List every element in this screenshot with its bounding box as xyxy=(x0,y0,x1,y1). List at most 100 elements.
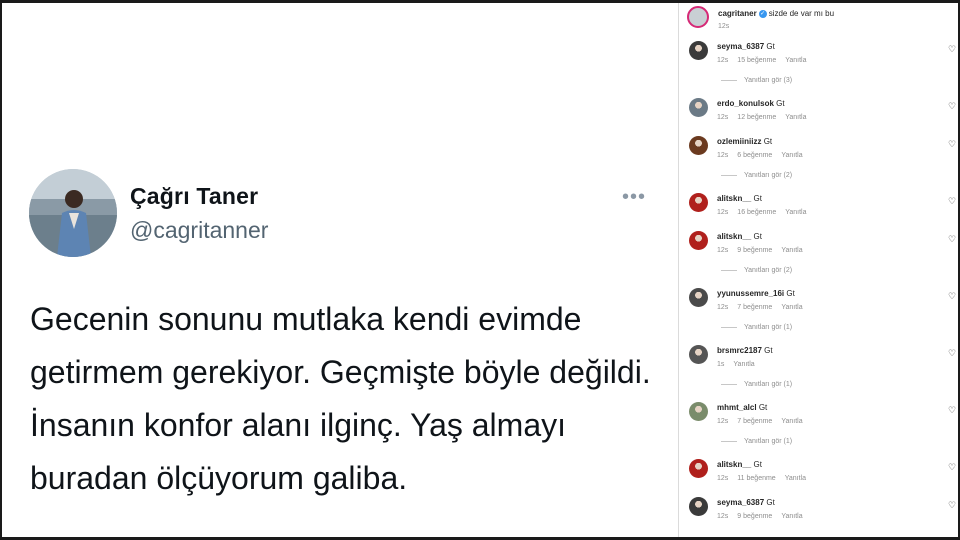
comment-username[interactable]: seyma_6387 xyxy=(717,498,764,507)
view-replies-button[interactable]: Yanıtları gör (1) xyxy=(721,381,792,388)
commenter-avatar[interactable] xyxy=(689,98,708,117)
comment-username[interactable]: erdo_konulsok xyxy=(717,99,774,108)
comment-text: Gt xyxy=(753,460,762,469)
replies-divider xyxy=(721,269,737,271)
comment-likes-count[interactable]: 9 beğenme xyxy=(737,513,772,520)
commenter-avatar[interactable] xyxy=(689,497,708,516)
commenter-avatar[interactable] xyxy=(689,288,708,307)
comment-text: Gt xyxy=(766,42,775,51)
replies-divider xyxy=(721,383,737,385)
commenter-avatar[interactable] xyxy=(689,402,708,421)
comment-time: 12s xyxy=(717,152,729,159)
like-heart-icon[interactable]: ♡ xyxy=(948,500,956,511)
comment-likes-count[interactable]: 11 beğenme xyxy=(737,475,775,482)
like-heart-icon[interactable]: ♡ xyxy=(948,139,956,150)
view-replies-button[interactable]: Yanıtları gör (1) xyxy=(721,324,792,331)
commenter-avatar[interactable] xyxy=(689,41,708,60)
like-heart-icon[interactable]: ♡ xyxy=(948,405,956,416)
tweet-author-handle[interactable]: @cagritanner xyxy=(130,217,268,244)
like-heart-icon[interactable]: ♡ xyxy=(948,234,956,245)
tweet-screenshot: Çağrı Taner @cagritanner ••• Gecenin son… xyxy=(2,3,678,537)
comment-text: Gt xyxy=(776,99,785,108)
replies-divider xyxy=(721,174,737,176)
comment-item: erdo_konulsok Gt 12s 12 beğenme Yanıtla ♡ xyxy=(689,98,958,138)
comment-likes-count[interactable]: 16 beğenme xyxy=(737,209,776,216)
caption-username[interactable]: cagritaner xyxy=(718,9,757,18)
comment-text: Gt xyxy=(758,403,768,412)
comment-item: seyma_6387 Gt 12s 15 beğenme Yanıtla ♡ xyxy=(689,41,958,81)
verified-badge-icon: ✓ xyxy=(758,9,767,18)
comment-likes-count[interactable]: 7 beğenme xyxy=(737,418,772,425)
commenter-avatar[interactable] xyxy=(689,136,708,155)
comment-item: brsmrc2187 Gt 1s Yanıtla ♡ xyxy=(689,345,958,385)
reply-button[interactable]: Yanıtla xyxy=(785,114,806,121)
caption-text: sizde de var mı bu xyxy=(768,9,835,18)
comment-likes-count[interactable]: 6 beğenme xyxy=(737,152,772,159)
comment-text: Gt xyxy=(786,289,795,298)
comment-username[interactable]: alitskn__ xyxy=(717,232,751,241)
like-heart-icon[interactable]: ♡ xyxy=(948,291,956,302)
more-options-icon[interactable]: ••• xyxy=(622,186,646,209)
post-caption: cagritaner ✓ sizde de var mı bu 12s xyxy=(687,6,957,42)
comment-item: alitskn__ Gt 12s 16 beğenme Yanıtla ♡ xyxy=(689,193,958,233)
view-replies-label: Yanıtları gör (1) xyxy=(744,381,793,388)
comment-text: Gt xyxy=(753,194,762,203)
comment-time: 12s xyxy=(717,418,729,425)
like-heart-icon[interactable]: ♡ xyxy=(948,101,956,112)
comment-username[interactable]: seyma_6387 xyxy=(717,42,764,51)
tweet-text: Gecenin sonunu mutlaka kendi evimde geti… xyxy=(30,301,651,496)
commenter-avatar[interactable] xyxy=(689,193,708,212)
view-replies-button[interactable]: Yanıtları gör (3) xyxy=(721,77,792,84)
caption-avatar[interactable] xyxy=(687,6,709,28)
comment-time: 12s xyxy=(717,247,729,254)
view-replies-button[interactable]: Yanıtları gör (2) xyxy=(721,267,792,274)
person-photo-icon xyxy=(29,169,117,257)
view-replies-button[interactable]: Yanıtları gör (1) xyxy=(721,438,792,445)
like-heart-icon[interactable]: ♡ xyxy=(948,44,956,55)
replies-divider xyxy=(721,440,737,442)
comment-username[interactable]: mhmt_alcl xyxy=(717,403,757,412)
comment-username[interactable]: alitskn__ xyxy=(717,460,751,469)
comment-item: alitskn__ Gt 12s 9 beğenme Yanıtla ♡ xyxy=(689,231,958,271)
comment-item: yyunussemre_16i Gt 12s 7 beğenme Yanıtla ♡ xyxy=(689,288,958,328)
comment-username[interactable]: ozlemiiniizz xyxy=(717,137,761,146)
like-heart-icon[interactable]: ♡ xyxy=(948,348,956,359)
comment-username[interactable]: brsmrc2187 xyxy=(717,346,762,355)
comments-panel[interactable]: cagritaner ✓ sizde de var mı bu 12s seyma_… xyxy=(678,3,958,537)
replies-divider xyxy=(721,79,737,81)
comment-text: Gt xyxy=(766,498,775,507)
reply-button[interactable]: Yanıtla xyxy=(781,247,802,254)
view-replies-label: Yanıtları gör (1) xyxy=(744,324,793,331)
reply-button[interactable]: Yanıtla xyxy=(785,209,806,216)
comment-username[interactable]: alitskn__ xyxy=(717,194,751,203)
comment-time: 12s xyxy=(717,57,729,64)
caption-time: 12s xyxy=(718,23,730,30)
commenter-avatar[interactable] xyxy=(689,345,708,364)
comment-likes-count[interactable]: 12 beğenme xyxy=(737,114,776,121)
comment-likes-count[interactable]: 9 beğenme xyxy=(737,247,772,254)
commenter-avatar[interactable] xyxy=(689,231,708,250)
reply-button[interactable]: Yanıtla xyxy=(781,418,802,425)
view-replies-button[interactable]: Yanıtları gör (2) xyxy=(721,172,792,179)
comment-likes-count[interactable]: 7 beğenme xyxy=(737,304,772,311)
comment-text: Gt xyxy=(753,232,762,241)
reply-button[interactable]: Yanıtla xyxy=(781,304,802,311)
view-replies-label: Yanıtları gör (3) xyxy=(744,77,793,84)
comment-likes-count[interactable]: 15 beğenme xyxy=(737,57,776,64)
view-replies-label: Yanıtları gör (1) xyxy=(744,438,793,445)
comment-text: Gt xyxy=(764,346,773,355)
comment-item: mhmt_alcl Gt 12s 7 beğenme Yanıtla ♡ xyxy=(689,402,958,442)
reply-button[interactable]: Yanıtla xyxy=(781,152,802,159)
like-heart-icon[interactable]: ♡ xyxy=(948,462,956,473)
reply-button[interactable]: Yanıtla xyxy=(733,361,754,368)
like-heart-icon[interactable]: ♡ xyxy=(948,196,956,207)
comment-time: 12s xyxy=(717,513,729,520)
comment-username[interactable]: yyunussemre_16i xyxy=(717,289,784,298)
commenter-avatar[interactable] xyxy=(689,459,708,478)
tweet-author-name[interactable]: Çağrı Taner xyxy=(130,183,258,210)
reply-button[interactable]: Yanıtla xyxy=(785,57,806,64)
reply-button[interactable]: Yanıtla xyxy=(785,475,806,482)
replies-divider xyxy=(721,326,737,328)
reply-button[interactable]: Yanıtla xyxy=(781,513,802,520)
comment-time: 12s xyxy=(717,475,729,482)
